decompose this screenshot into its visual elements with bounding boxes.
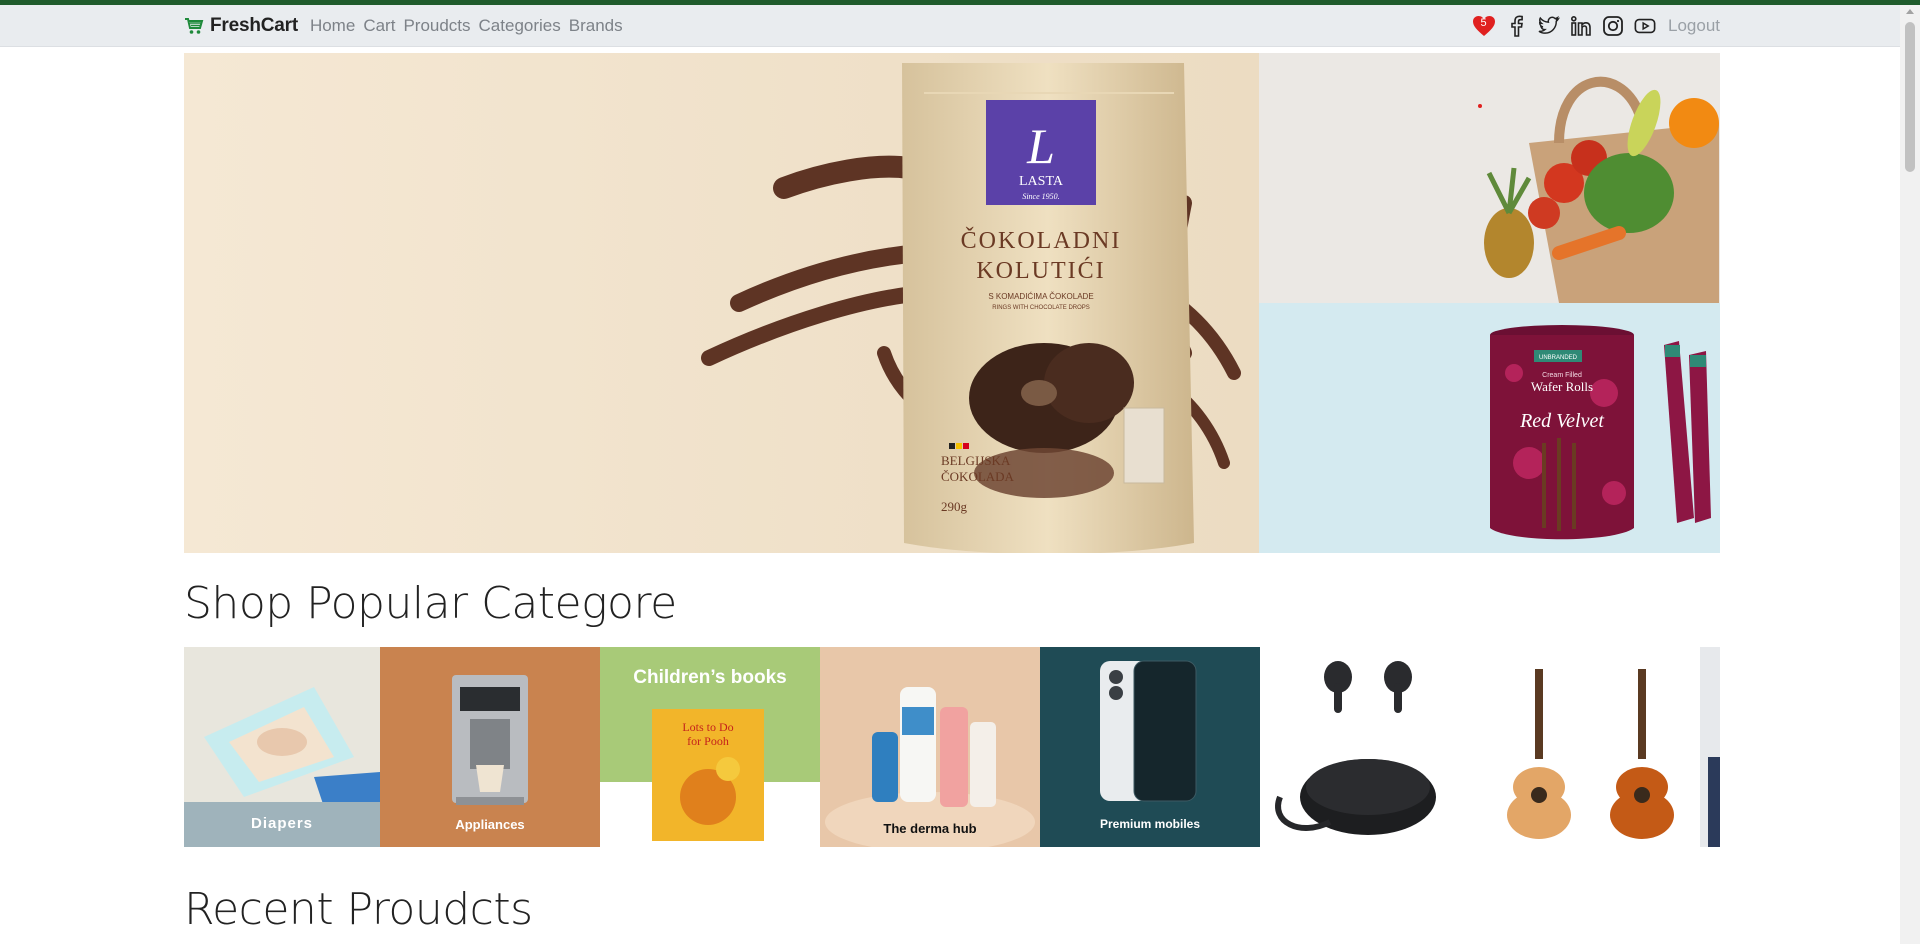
svg-text:Since 1950.: Since 1950. bbox=[1022, 192, 1059, 201]
hero-side-banner-groceries[interactable] bbox=[1259, 53, 1720, 303]
category-label-diapers: Diapers bbox=[250, 815, 314, 832]
category-label-mobiles: Premium mobiles bbox=[1099, 817, 1201, 831]
svg-text:for Pooh: for Pooh bbox=[687, 734, 729, 748]
nav-link-brands[interactable]: Brands bbox=[569, 16, 623, 36]
chocolate-rings-banner-image: L LASTA Since 1950. ČOKOLADNI KOLUTIĆI S… bbox=[184, 53, 1259, 553]
wishlist-count-badge: 5 bbox=[1480, 17, 1487, 29]
svg-text:UNBRANDED: UNBRANDED bbox=[1539, 355, 1578, 361]
hero-slider: L LASTA Since 1950. ČOKOLADNI KOLUTIĆI S… bbox=[184, 53, 1720, 553]
navbar: FreshCart Home Cart Proudcts Categories … bbox=[0, 5, 1900, 47]
svg-text:BELGIJSKA: BELGIJSKA bbox=[941, 453, 1011, 468]
category-label-derma: The derma hub bbox=[883, 821, 977, 836]
page-scrollbar[interactable] bbox=[1900, 5, 1920, 944]
navbar-container: FreshCart Home Cart Proudcts Categories … bbox=[184, 5, 1720, 47]
linkedin-icon[interactable] bbox=[1570, 15, 1592, 37]
category-card-mobiles[interactable]: Premium mobiles bbox=[1040, 647, 1260, 847]
svg-text:L: L bbox=[1026, 118, 1055, 174]
scroll-up-arrow-icon[interactable] bbox=[1906, 9, 1914, 14]
skincare-products-image bbox=[820, 647, 1040, 847]
nav-link-products[interactable]: Proudcts bbox=[403, 16, 470, 36]
guitars-image bbox=[1480, 647, 1700, 847]
category-card-derma[interactable]: The derma hub bbox=[820, 647, 1040, 847]
category-card-earbuds[interactable] bbox=[1260, 647, 1480, 847]
category-card-guitars[interactable] bbox=[1480, 647, 1700, 847]
svg-text:ČOKOLADA: ČOKOLADA bbox=[941, 469, 1015, 484]
category-card-appliances[interactable]: Appliances bbox=[380, 647, 600, 847]
wafer-rolls-image: UNBRANDED Cream Filled Wafer Rolls Red V… bbox=[1259, 303, 1720, 553]
categories-slider: Diapers Appliances Lots to Do for Pooh C… bbox=[184, 647, 1720, 847]
svg-text:Wafer Rolls: Wafer Rolls bbox=[1531, 379, 1593, 394]
svg-text:290g: 290g bbox=[941, 499, 968, 514]
scrollbar-thumb[interactable] bbox=[1905, 22, 1915, 172]
nav-right: 5 Logout bbox=[1472, 5, 1720, 47]
wishlist-button[interactable]: 5 bbox=[1472, 15, 1496, 37]
partial-category-image bbox=[1700, 647, 1720, 847]
category-card-diapers[interactable]: Diapers bbox=[184, 647, 380, 847]
twitter-icon[interactable] bbox=[1538, 15, 1560, 37]
facebook-icon[interactable] bbox=[1506, 15, 1528, 37]
category-card-partial[interactable] bbox=[1700, 647, 1720, 847]
hero-main-slide[interactable]: L LASTA Since 1950. ČOKOLADNI KOLUTIĆI S… bbox=[184, 53, 1259, 553]
svg-text:Cream Filled: Cream Filled bbox=[1542, 372, 1582, 379]
popular-categories-title: Shop Popular Categore bbox=[184, 578, 677, 629]
svg-text:Red Velvet: Red Velvet bbox=[1519, 410, 1604, 432]
svg-text:Lots to Do: Lots to Do bbox=[682, 720, 733, 734]
youtube-icon[interactable] bbox=[1634, 15, 1656, 37]
logout-link[interactable]: Logout bbox=[1668, 16, 1720, 36]
grocery-bag-image bbox=[1259, 53, 1720, 303]
svg-text:ČOKOLADNI: ČOKOLADNI bbox=[961, 227, 1122, 254]
recent-products-title: Recent Proudcts bbox=[184, 884, 533, 935]
category-label-appliances: Appliances bbox=[455, 817, 525, 832]
svg-text:KOLUTIĆI: KOLUTIĆI bbox=[976, 257, 1105, 284]
svg-text:LASTA: LASTA bbox=[1019, 174, 1064, 189]
nav-link-categories[interactable]: Categories bbox=[479, 16, 561, 36]
svg-text:RINGS WITH CHOCOLATE DROPS: RINGS WITH CHOCOLATE DROPS bbox=[992, 305, 1090, 311]
nav-links: Home Cart Proudcts Categories Brands bbox=[310, 16, 631, 36]
brand-name: FreshCart bbox=[210, 15, 298, 36]
category-label-books: Children’s books bbox=[633, 667, 787, 688]
nav-link-cart[interactable]: Cart bbox=[363, 16, 395, 36]
svg-text:S KOMADIĆIMA ČOKOLADE: S KOMADIĆIMA ČOKOLADE bbox=[988, 292, 1093, 301]
brand-logo-link[interactable]: FreshCart bbox=[184, 15, 298, 37]
nav-link-home[interactable]: Home bbox=[310, 16, 355, 36]
hero-side-banner-wafers[interactable]: UNBRANDED Cream Filled Wafer Rolls Red V… bbox=[1259, 303, 1720, 553]
earbuds-image bbox=[1260, 647, 1480, 847]
category-card-books[interactable]: Lots to Do for Pooh Children’s books bbox=[600, 647, 820, 847]
instagram-icon[interactable] bbox=[1602, 15, 1624, 37]
cart-icon bbox=[184, 17, 204, 35]
